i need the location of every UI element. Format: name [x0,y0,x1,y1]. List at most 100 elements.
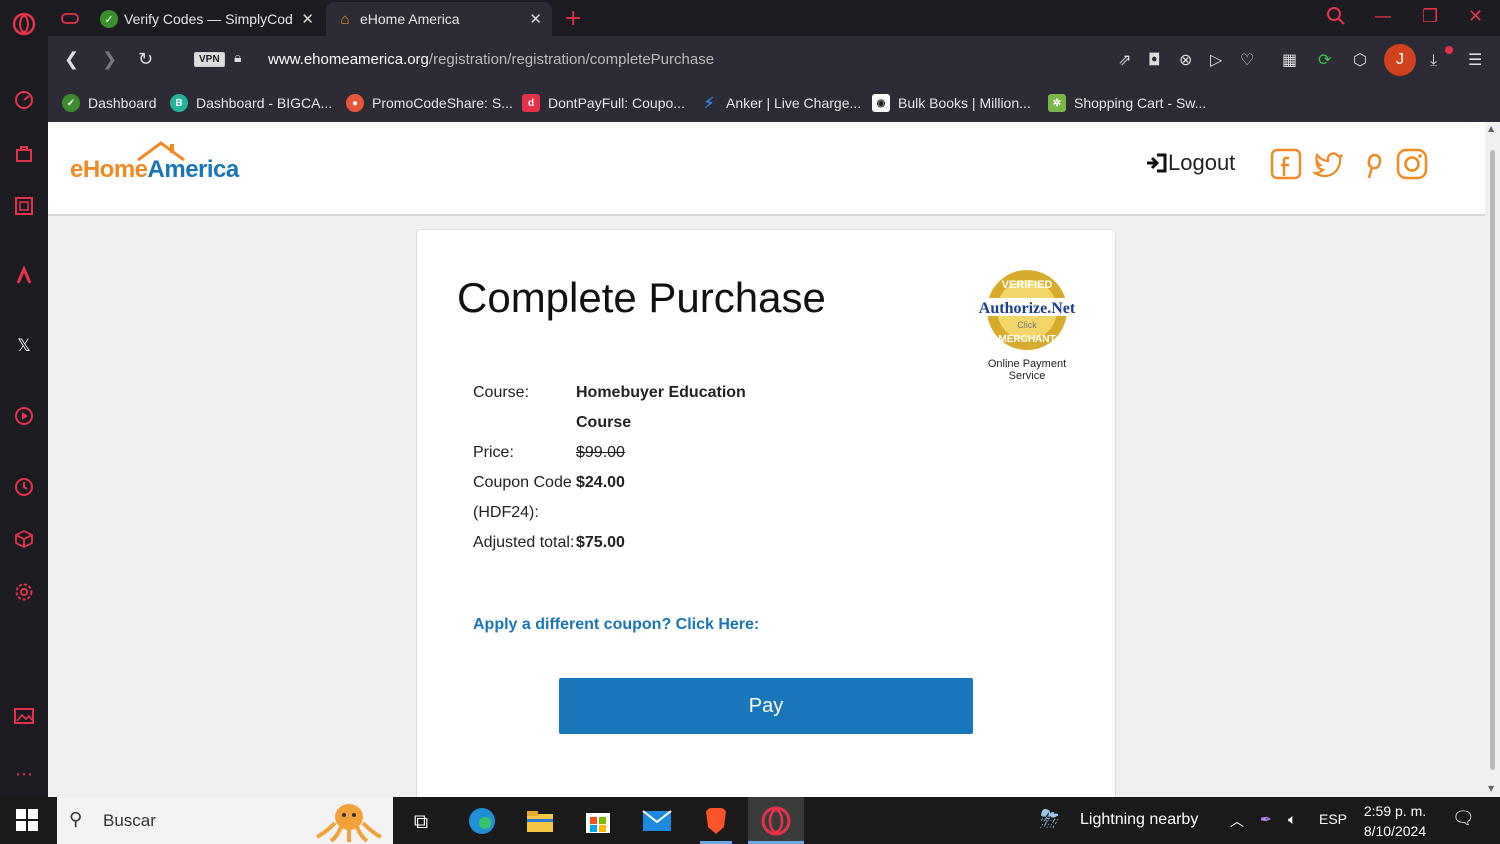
bookmarks-bar: ✓ Dashboard B Dashboard - BIGCA... ● PromoC… [48,84,1500,122]
clock-time: 2:59 p. m. [1363,803,1427,819]
bookmark-item[interactable]: d DontPayFull: Coupo... [522,90,685,116]
bookmark-favicon-icon: ◉ [872,94,890,112]
octopus-search-highlight-icon [316,804,382,843]
camera-snapshot-icon[interactable]: ◘ [1148,50,1161,69]
new-tab-plus-icon[interactable]: + [564,6,582,31]
shopping-bag-icon[interactable] [12,141,36,165]
close-window-icon[interactable]: ✕ [1468,6,1483,27]
download-icon[interactable]: ⤓ [1430,50,1437,70]
x-twitter-icon[interactable]: 𝕏 [12,334,36,358]
house-favicon-icon: ⌂ [340,10,350,28]
more-dots-icon[interactable]: ⋯ [12,762,36,786]
bookmark-label: Bulk Books | Million... [898,95,1031,111]
qr-extension-icon[interactable]: ▦ [1282,50,1297,69]
bookmark-item[interactable]: B Dashboard - BIGCA... [170,90,332,116]
language-indicator[interactable]: ESP [1319,811,1347,827]
opera-sidebar: 𝕏 ⋯ [0,0,48,797]
search-tabs-icon[interactable] [1326,6,1346,31]
authorize-net-seal[interactable]: VERIFIED Authorize.Net Click MERCHANT On… [972,268,1082,382]
checkmark-favicon-icon: ✓ [100,10,118,28]
tab-ehome-america[interactable]: ⌂ eHome America ✕ [326,2,552,36]
brave-browser-icon[interactable] [700,805,732,837]
facebook-icon[interactable] [1270,148,1302,180]
notifications-icon[interactable]: 🗨︎ [1452,808,1475,829]
clock[interactable]: 2:59 p. m. 8/10/2024 [1352,801,1438,841]
heart-icon[interactable]: ♡ [1240,50,1254,69]
bookmark-item[interactable]: ● PromoCodeShare: S... [346,90,513,116]
logout-link[interactable]: Logout [1146,150,1235,176]
adblock-shield-icon[interactable]: ⊗ [1179,50,1192,69]
pen-tray-icon[interactable]: ✒︎ [1260,811,1272,828]
tab-strip: ✓ Verify Codes — SimplyCod ✕ ⌂ eHome Ame… [48,0,1500,36]
restore-icon[interactable]: ❐ [1422,6,1438,27]
close-tab-icon[interactable]: ✕ [301,10,314,28]
bookmark-label: Anker | Live Charge... [726,95,862,111]
extensions-cube-icon[interactable] [12,527,36,551]
sync-extension-icon[interactable]: ⟳ [1318,50,1331,69]
purchase-details: Course: Homebuyer Education Course Price… [473,378,853,558]
site-logo[interactable]: eHomeAmerica [70,156,239,184]
site-header: eHomeAmerica Logout [48,122,1485,216]
apply-different-coupon-link[interactable]: Apply a different coupon? Click Here: [473,616,759,634]
pay-button[interactable]: Pay [559,678,973,734]
file-explorer-icon[interactable] [524,805,556,837]
ai-chip-icon[interactable] [12,194,36,218]
settings-gear-icon[interactable] [12,580,36,604]
vpn-badge[interactable]: VPN [194,52,225,67]
bookmark-favicon-icon: ● [346,94,364,112]
microsoft-store-icon[interactable] [582,805,614,837]
bookmark-favicon-icon: d [522,94,540,112]
bookmark-item[interactable]: ✓ Dashboard [62,90,157,116]
cube-extension-icon[interactable]: ⬡ [1353,50,1367,69]
tab-verify-codes[interactable]: ✓ Verify Codes — SimplyCod ✕ [90,2,324,36]
search-placeholder: Buscar [103,811,156,830]
purchase-card: Complete Purchase VERIFIED Authorize.Net… [416,229,1116,797]
weather-status[interactable]: Lightning nearby [1080,811,1198,829]
pinterest-icon[interactable] [1356,148,1388,180]
storm-cloud-icon[interactable]: ⛈︎ [1040,805,1059,833]
profile-avatar[interactable]: J [1384,44,1416,76]
edge-icon[interactable] [466,805,498,837]
opera-logo-icon[interactable] [12,12,36,36]
easy-setup-menu-icon[interactable]: ☰ [1468,50,1482,69]
task-view-icon[interactable]: ⧉ [405,805,437,837]
windows-taskbar: ⚲ Buscar ⧉ ⛈︎ Lightning nearby ︿ ✒︎ 🔈︎ E… [0,797,1500,844]
share-icon[interactable]: ⇗ [1118,50,1131,69]
bookmark-item[interactable]: ⚡︎ Anker | Live Charge... [700,90,861,116]
volume-icon[interactable]: 🔈︎ [1288,811,1296,828]
bookmark-item[interactable]: ✲ Shopping Cart - Sw... [1048,90,1206,116]
scroll-down-arrow-icon[interactable]: ▼ [1488,784,1494,793]
scroll-up-arrow-icon[interactable]: ▲ [1488,124,1494,133]
gamepad-icon[interactable] [60,8,80,28]
close-tab-icon[interactable]: ✕ [529,10,542,28]
logo-text-ehome: eHome [70,156,148,183]
reload-icon[interactable]: ↻ [138,49,153,70]
opera-taskbar-icon[interactable] [748,797,804,844]
gallery-icon[interactable] [12,704,36,728]
detail-row-course: Course: Homebuyer Education Course [473,378,853,438]
sign-out-icon [1147,153,1167,173]
back-icon[interactable]: ❮ [64,49,79,70]
aria-icon[interactable] [12,264,36,288]
speed-dial-icon[interactable] [12,88,36,112]
twitter-icon[interactable] [1313,148,1345,180]
mail-icon[interactable] [641,805,673,837]
player-icon[interactable] [12,404,36,428]
url-field[interactable]: www.ehomeamerica.org/registration/regist… [268,51,714,68]
instagram-icon[interactable] [1396,148,1428,180]
page-scrollbar[interactable]: ▲ ▼ [1485,122,1500,797]
show-hidden-icons-chevron-icon[interactable]: ︿ [1230,811,1244,831]
taskbar-search-box[interactable]: ⚲ Buscar [57,797,393,844]
svg-text:VERIFIED: VERIFIED [1002,279,1053,291]
lock-icon[interactable]: 🔒︎ [234,50,241,66]
windows-start-icon[interactable] [16,809,38,831]
minimize-icon[interactable]: — [1374,6,1392,27]
search-icon: ⚲ [69,809,83,830]
bookmark-item[interactable]: ◉ Bulk Books | Million... [872,90,1031,116]
forward-icon[interactable]: ❯ [102,49,117,70]
send-icon[interactable]: ▷ [1210,50,1222,69]
scrollbar-thumb[interactable] [1490,150,1495,770]
detail-row-price: Price: $99.00 [473,438,853,468]
lightning-favicon-icon: ⚡︎ [703,95,715,112]
history-icon[interactable] [12,475,36,499]
